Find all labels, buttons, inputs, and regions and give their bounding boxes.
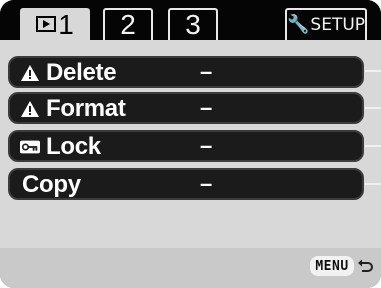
row-indicator-tick [365, 183, 381, 185]
menu-row-label: Format [46, 95, 126, 122]
menu-row-label: Copy [22, 171, 81, 198]
menu-row-delete[interactable]: Delete – [8, 56, 364, 88]
key-icon [20, 137, 40, 157]
menu-row-value: – [200, 95, 213, 120]
menu-row-format[interactable]: Format – [8, 92, 364, 124]
tab-3-label: 3 [185, 9, 201, 40]
camera-menu-screen: 1 2 3 🔧 SETUP Delete – Format – Lock – C… [0, 0, 381, 288]
menu-row-lock[interactable]: Lock – [8, 130, 364, 162]
menu-row-copy[interactable]: Copy – [8, 168, 364, 200]
tab-1-label: 1 [58, 9, 74, 40]
menu-row-value: – [200, 133, 213, 158]
menu-row-label: Delete [46, 59, 117, 86]
tab-setup[interactable]: 🔧 SETUP [285, 8, 367, 40]
tab-3[interactable]: 3 [168, 8, 218, 40]
tab-playback-1[interactable]: 1 [20, 8, 90, 40]
tab-setup-label: SETUP [310, 15, 366, 35]
menu-row-value: – [200, 171, 213, 196]
menu-button[interactable]: MENU [310, 256, 354, 276]
menu-button-label: MENU [315, 258, 349, 274]
row-indicator-tick [365, 145, 381, 147]
return-arrow-icon [357, 258, 375, 274]
tab-2[interactable]: 2 [103, 8, 153, 40]
tab-2-label: 2 [120, 9, 136, 40]
menu-row-label: Lock [46, 133, 101, 160]
tab-bar: 1 2 3 🔧 SETUP [0, 0, 381, 44]
warning-icon [20, 99, 40, 119]
row-indicator-tick [365, 70, 381, 72]
menu-row-value: – [200, 59, 213, 84]
warning-icon [20, 63, 40, 83]
row-indicator-tick [365, 107, 381, 109]
wrench-icon: 🔧 [286, 14, 310, 35]
playback-icon [36, 16, 57, 32]
